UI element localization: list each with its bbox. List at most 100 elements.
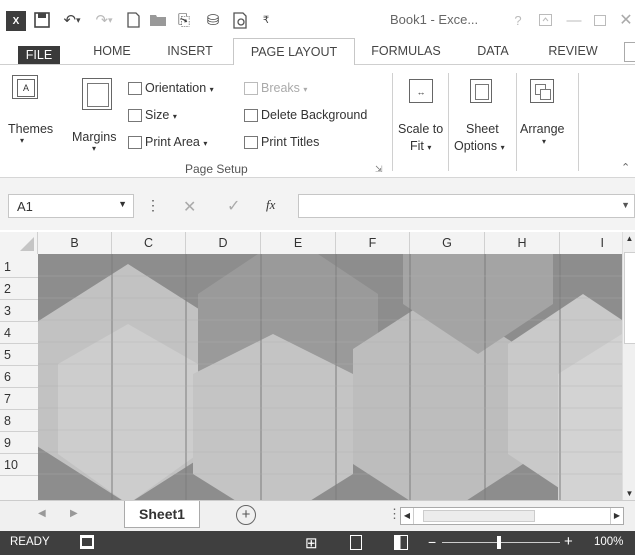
size-button[interactable]: Size ▾ [128,108,177,123]
row-header[interactable]: 3 [0,300,38,322]
sheet-options-button[interactable]: Sheet [466,122,499,136]
row-header[interactable]: 2 [0,278,38,300]
orientation-button[interactable]: Orientation ▾ [128,81,214,96]
sheet-options-label-2[interactable]: Options ▾ [454,139,505,153]
minimize-icon[interactable]: — [566,10,582,30]
select-all-corner[interactable] [0,232,38,254]
page-break-view-icon[interactable] [394,535,408,550]
next-sheet-icon[interactable]: ▶ [70,508,78,519]
formula-input[interactable]: ▼ [298,194,635,218]
breaks-button[interactable]: Breaks ▾ [244,81,307,96]
cancel-entry-icon[interactable]: ✕ [183,197,196,217]
maximize-icon[interactable] [592,10,608,30]
horizontal-scrollbar[interactable]: ◀ ▶ [400,507,624,525]
open-folder-icon[interactable] [148,10,168,30]
macro-record-icon[interactable] [80,535,94,549]
normal-view-icon[interactable]: ⊞ [305,534,318,552]
ribbon-display-icon[interactable] [537,10,553,30]
margins-button[interactable]: Margins [72,130,116,144]
tab-insert[interactable]: INSERT [160,38,220,64]
row-header[interactable]: 8 [0,410,38,432]
scroll-right-icon[interactable]: ▶ [610,508,623,524]
zoom-slider-thumb[interactable] [497,536,501,549]
tab-page-layout[interactable]: PAGE LAYOUT [233,38,355,66]
undo-icon[interactable]: ↶ ▾ [58,10,86,30]
row-header[interactable]: 1 [0,256,38,278]
name-box-dropdown-icon[interactable]: ▼ [118,199,127,209]
zoom-in-button[interactable]: + [564,533,573,550]
ribbon-separator [516,73,517,171]
tab-review[interactable]: REVIEW [542,38,604,64]
column-header[interactable]: B [38,232,112,254]
tab-overflow[interactable] [624,42,635,62]
formula-bar-options-icon[interactable]: ⋮ [146,197,160,214]
zoom-level[interactable]: 100% [594,536,623,548]
confirm-entry-icon[interactable]: ✓ [227,196,240,216]
page-layout-view-icon[interactable] [350,535,362,550]
zoom-slider[interactable] [442,536,560,549]
scale-to-fit-button[interactable]: Scale to [398,122,443,136]
sheet-tab-sheet1[interactable]: Sheet1 [124,501,200,528]
column-header[interactable]: E [261,232,336,254]
column-header[interactable]: F [336,232,410,254]
row-header[interactable]: 6 [0,366,38,388]
window-title: Book1 - Exce... [390,12,479,27]
print-area-button[interactable]: Print Area ▾ [128,135,207,150]
horizontal-scroll-thumb[interactable] [423,510,535,522]
attach-icon[interactable]: ⎘ [174,10,194,30]
close-icon[interactable]: ✕ [618,10,634,30]
cell-area[interactable] [38,254,622,500]
tab-file[interactable]: FILE [18,46,60,64]
tab-data[interactable]: DATA [468,38,518,64]
expand-formula-bar-icon[interactable]: ▼ [621,200,630,210]
delete-background-button[interactable]: Delete Background [244,108,367,123]
collapse-ribbon-icon[interactable]: ⌃ [621,161,630,174]
scale-to-fit-sublabel: Fit [410,139,424,153]
new-file-icon[interactable] [124,10,142,30]
margins-icon [82,78,112,110]
margins-dropdown-icon[interactable]: ▾ [92,144,96,153]
row-headers: 1 2 3 4 5 6 7 8 9 10 [0,254,39,500]
help-button[interactable]: ? [510,10,526,30]
themes-button[interactable]: Themes [8,122,53,136]
column-header[interactable]: I [560,232,622,254]
redo-icon[interactable]: ↷ ▾ [90,10,118,30]
scale-to-fit-label-2[interactable]: Fit ▾ [410,139,431,153]
save-icon[interactable] [32,10,52,30]
tab-formulas[interactable]: FORMULAS [364,38,448,64]
name-box[interactable]: A1 ▼ [8,194,134,218]
share-icon[interactable]: ⛁ [202,10,224,30]
row-header[interactable]: 4 [0,322,38,344]
print-area-icon [128,136,142,150]
tab-home[interactable]: HOME [84,38,140,64]
vertical-scroll-thumb[interactable] [624,252,635,344]
excel-app-icon[interactable]: X [6,11,26,31]
print-preview-icon[interactable] [230,10,252,30]
status-mode: READY [10,536,50,548]
column-header[interactable]: G [410,232,485,254]
page-setup-launcher-icon[interactable]: ⇲ [375,164,383,175]
scroll-left-icon[interactable]: ◀ [401,508,414,524]
scroll-up-icon[interactable]: ▲ [623,234,635,243]
column-header[interactable]: C [112,232,186,254]
breaks-icon [244,82,258,96]
row-header[interactable]: 9 [0,432,38,454]
zoom-out-button[interactable]: − [428,534,436,550]
arrange-button[interactable]: Arrange [520,122,564,136]
new-sheet-button[interactable]: + [236,505,256,525]
column-header[interactable]: D [186,232,261,254]
insert-function-icon[interactable]: fx [266,197,275,213]
row-header[interactable]: 5 [0,344,38,366]
ribbon-separator [392,73,393,171]
row-header[interactable]: 10 [0,454,38,476]
print-titles-button[interactable]: Print Titles [244,135,319,150]
scroll-down-icon[interactable]: ▼ [623,489,635,498]
column-header[interactable]: H [485,232,560,254]
vertical-scrollbar[interactable]: ▲ ▼ [622,232,635,500]
arrange-dropdown-icon[interactable]: ▾ [542,137,546,146]
column-headers: B C D E F G H I [0,232,622,255]
prev-sheet-icon[interactable]: ◀ [38,508,46,519]
qat-customize-icon[interactable]: ₹ [258,10,274,30]
themes-dropdown-icon[interactable]: ▾ [20,136,24,145]
row-header[interactable]: 7 [0,388,38,410]
